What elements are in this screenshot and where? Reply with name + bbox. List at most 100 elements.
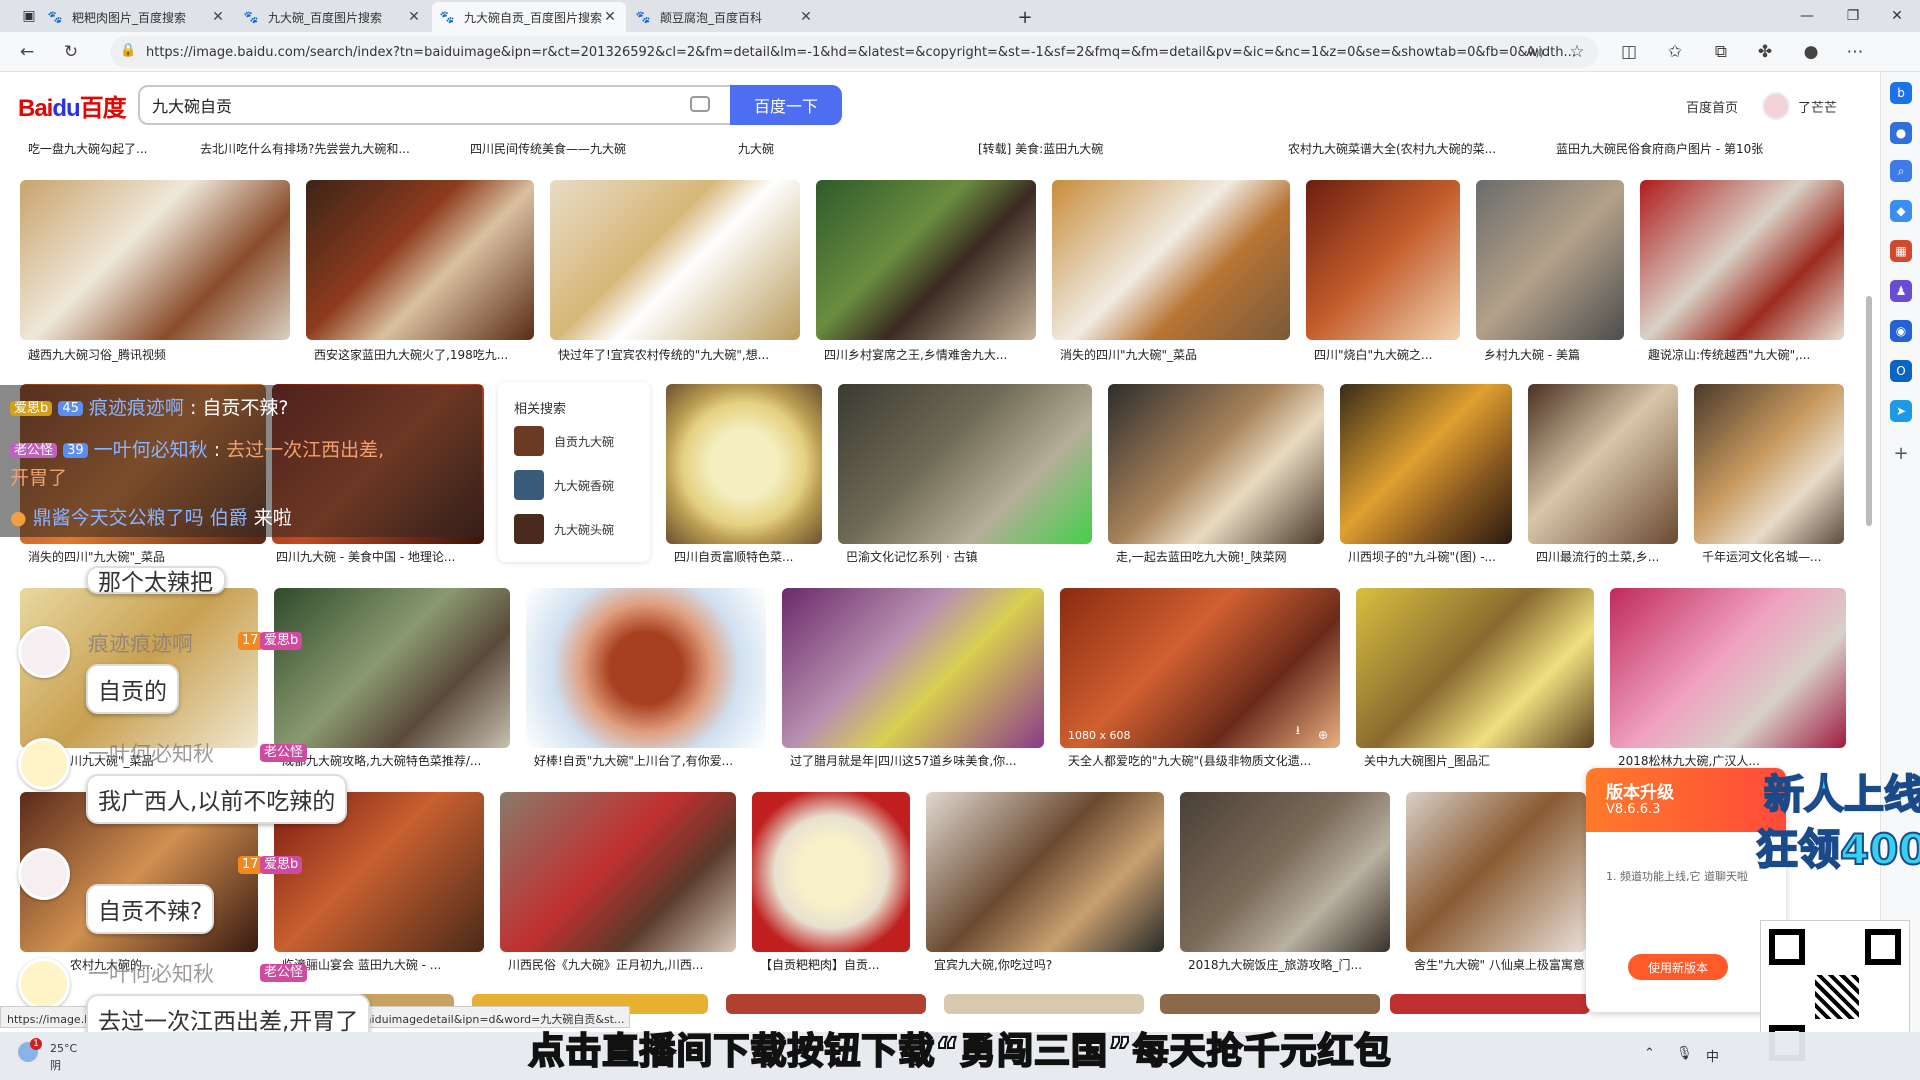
minimize-icon[interactable]: — — [1784, 0, 1830, 32]
shopping-tag-icon[interactable]: ◆ — [1890, 200, 1912, 222]
avatar[interactable] — [1762, 92, 1790, 120]
result-caption[interactable]: 舍生"九大碗" 八仙桌上极富寓意 — [1414, 956, 1586, 973]
close-icon[interactable]: ✕ — [210, 9, 226, 25]
result-image[interactable] — [838, 384, 1092, 544]
result-image[interactable] — [752, 792, 910, 952]
result-image[interactable] — [1610, 588, 1846, 748]
result-image[interactable] — [944, 994, 1144, 1014]
result-image[interactable] — [1108, 384, 1324, 544]
result-caption[interactable]: 成都九大碗攻略,九大碗特色菜推荐/... — [282, 752, 510, 769]
restore-icon[interactable]: ❐ — [1830, 0, 1876, 32]
result-caption[interactable]: 吃一盘九大碗勾起了... — [28, 140, 168, 157]
favorites-icon[interactable]: ✩ — [1660, 38, 1690, 66]
baidu-logo[interactable]: Baidu百度 — [18, 88, 127, 123]
favorite-star-icon[interactable]: ☆ — [1562, 38, 1592, 66]
bing-icon[interactable]: b — [1890, 82, 1912, 104]
notification-bell-icon[interactable]: ● — [1890, 122, 1912, 144]
send-icon[interactable]: ➤ — [1890, 400, 1912, 422]
refresh-icon[interactable]: ↻ — [56, 38, 86, 66]
new-user-promo[interactable]: 新人上线 狂领400 — [1755, 760, 1920, 880]
tab-1[interactable]: 🐾 粑粑肉图片_百度搜索 ✕ — [40, 2, 234, 32]
result-image[interactable] — [666, 384, 822, 544]
result-image[interactable] — [1052, 180, 1290, 340]
profile-icon[interactable]: ● — [1796, 38, 1826, 66]
baidu-home-link[interactable]: 百度首页 — [1686, 97, 1738, 116]
outlook-icon[interactable]: O — [1890, 360, 1912, 382]
download-icon[interactable]: ⭳ — [1296, 721, 1300, 742]
add-icon[interactable]: + — [1890, 442, 1912, 464]
related-item[interactable]: 九大碗头碗 — [514, 514, 614, 544]
result-caption[interactable]: 2018九大碗饭庄_旅游攻略_门... — [1188, 956, 1390, 973]
result-image[interactable] — [550, 180, 800, 340]
result-caption[interactable]: 走,一起去蓝田吃九大碗!_陕菜网 — [1116, 548, 1326, 565]
result-caption[interactable]: 消失的四川"九大碗"_菜品 — [1060, 346, 1288, 363]
result-caption[interactable]: 巴渝文化记忆系列 · 古镇 — [846, 548, 1092, 565]
result-caption[interactable]: 四川九大碗 - 美食中国 - 地理论... — [276, 548, 484, 565]
result-image[interactable] — [1694, 384, 1844, 544]
use-new-version-button[interactable]: 使用新版本 — [1628, 954, 1728, 980]
result-image[interactable] — [1476, 180, 1624, 340]
result-caption[interactable]: 去北川吃什么有排场?先尝尝九大碗和... — [200, 140, 440, 157]
office-icon[interactable]: ◉ — [1890, 320, 1912, 342]
result-caption[interactable]: [转载] 美食:蓝田九大碗 — [978, 140, 1118, 157]
result-caption[interactable]: 四川最流行的土菜,乡... — [1536, 548, 1680, 565]
camera-search-icon[interactable] — [690, 96, 710, 112]
close-icon[interactable]: ✕ — [602, 9, 618, 25]
result-caption[interactable]: 快过年了!宜宾农村传统的"九大碗",想... — [558, 346, 800, 363]
result-image[interactable] — [726, 994, 926, 1014]
result-image[interactable] — [500, 792, 736, 952]
result-caption[interactable]: 千年运河文化名城—... — [1702, 548, 1846, 565]
tab-2[interactable]: 🐾 九大碗_百度图片搜索 ✕ — [236, 2, 430, 32]
result-caption[interactable]: 趣说凉山:传统越西"九大碗",... — [1648, 346, 1848, 363]
result-caption[interactable]: 四川民间传统美食——九大碗 — [470, 140, 670, 157]
search-button[interactable]: 百度一下 — [730, 85, 842, 125]
result-image[interactable] — [526, 588, 766, 748]
zoom-icon[interactable]: ⊕ — [1318, 728, 1328, 742]
search-input[interactable]: 九大碗自贡 — [138, 85, 730, 125]
page-scrollbar[interactable] — [1864, 76, 1874, 1032]
result-image[interactable] — [1356, 588, 1594, 748]
tools-icon[interactable]: ▦ — [1890, 240, 1912, 262]
read-aloud-icon[interactable]: A)) — [1520, 38, 1550, 66]
result-image[interactable] — [1180, 792, 1390, 952]
result-caption[interactable]: 四川"烧白"九大碗之... — [1314, 346, 1462, 363]
result-caption[interactable]: 川西坝子的"九斗碗"(图) -... — [1348, 548, 1514, 565]
result-caption[interactable]: 好棒!自贡"九大碗"上川台了,有你爱... — [534, 752, 768, 769]
close-window-icon[interactable]: ✕ — [1874, 0, 1920, 32]
result-caption[interactable]: 乡村九大碗 - 美篇 — [1484, 346, 1624, 363]
result-caption[interactable]: 蓝田九大碗民俗食府商户图片 - 第10张 — [1556, 140, 1806, 157]
result-image[interactable] — [274, 588, 510, 748]
close-icon[interactable]: ✕ — [798, 9, 814, 25]
result-caption[interactable]: 农村九大碗菜谱大全(农村九大碗的菜... — [1288, 140, 1518, 157]
result-image[interactable] — [1406, 792, 1586, 952]
username[interactable]: 了芒芒 — [1798, 97, 1837, 116]
result-image[interactable] — [1390, 994, 1590, 1014]
result-image[interactable] — [20, 180, 290, 340]
result-image[interactable] — [306, 180, 534, 340]
result-image[interactable] — [1340, 384, 1512, 544]
result-image[interactable] — [1306, 180, 1460, 340]
result-caption[interactable]: 过了腊月就是年|四川这57道乡味美食,你... — [790, 752, 1046, 769]
result-caption[interactable]: 宜宾九大碗,你吃过吗? — [934, 956, 1164, 973]
result-caption[interactable]: 西安这家蓝田九大碗火了,198吃九... — [314, 346, 534, 363]
more-menu-icon[interactable]: ⋯ — [1840, 38, 1870, 66]
collections-icon[interactable]: ⧉ — [1706, 38, 1736, 66]
result-caption[interactable]: 关中九大碗图片_图品汇 — [1364, 752, 1594, 769]
new-tab-button[interactable]: + — [1010, 2, 1040, 32]
search-icon[interactable]: ⌕ — [1890, 160, 1912, 182]
result-caption[interactable]: 2018松林九大碗,广汉人... — [1618, 752, 1778, 769]
result-caption[interactable]: 四川乡村宴席之王,乡情难舍九大... — [824, 346, 1036, 363]
result-caption[interactable]: 四川自贡富顺特色菜... — [674, 548, 824, 565]
result-caption[interactable]: 川西民俗《九大碗》正月初九,川西... — [508, 956, 738, 973]
result-caption[interactable]: 越西九大碗习俗_腾讯视频 — [28, 346, 288, 363]
games-icon[interactable]: ♟ — [1890, 280, 1912, 302]
back-icon[interactable]: ← — [12, 38, 42, 66]
related-item[interactable]: 自贡九大碗 — [514, 426, 614, 456]
split-screen-icon[interactable]: ◫ — [1614, 38, 1644, 66]
result-image[interactable]: 1080 x 608 ⭳ ⊕ — [1060, 588, 1340, 748]
result-caption[interactable]: 天全人都爱吃的"九大碗"(县级非物质文化遗... — [1068, 752, 1340, 769]
url-field[interactable]: 🔒 https://image.baidu.com/search/index?t… — [110, 36, 1598, 68]
result-image[interactable] — [1528, 384, 1678, 544]
scrollbar-thumb[interactable] — [1866, 296, 1872, 526]
result-image[interactable] — [782, 588, 1044, 748]
